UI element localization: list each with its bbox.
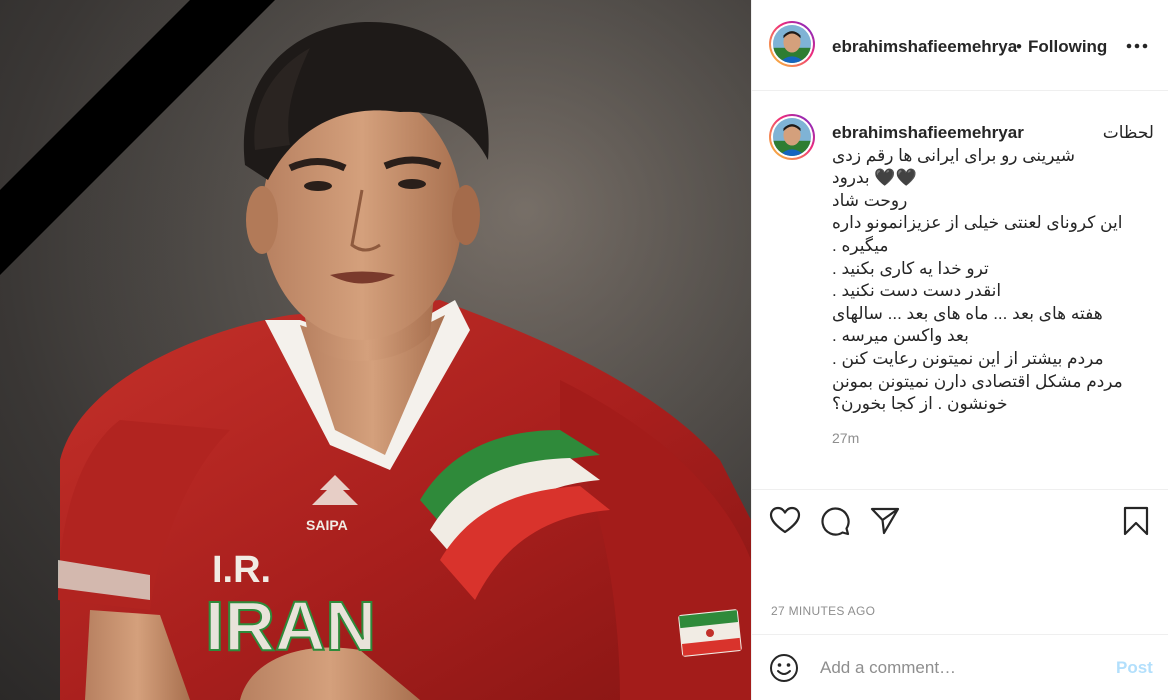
header-username[interactable]: ebrahimshafieemehrya bbox=[832, 37, 1017, 57]
comment-icon[interactable] bbox=[819, 505, 851, 537]
caption-line: ترو خدا یه کاری بکنید . bbox=[832, 258, 989, 278]
heart-icon[interactable] bbox=[769, 505, 801, 537]
share-icon[interactable] bbox=[869, 505, 901, 537]
action-bar bbox=[752, 491, 1168, 561]
caption-line: بعد واکسن میرسه . bbox=[832, 326, 969, 346]
emoji-icon[interactable] bbox=[769, 653, 799, 683]
comment-bar: Post bbox=[752, 634, 1168, 700]
caption-line: مردم مشکل اقتصادی دارن نمیتونن بمونن bbox=[832, 371, 1123, 391]
caption-line: این کرونای لعنتی خیلی از عزیزانمونو داره bbox=[832, 213, 1123, 233]
shirt-text-ir: I.R. bbox=[212, 549, 271, 591]
sponsor-text: SAIPA bbox=[306, 517, 348, 533]
post-header: ebrahimshafieemehrya • Following bbox=[752, 0, 1168, 91]
shirt-text-iran: IRAN bbox=[205, 587, 376, 665]
caption-line: مردم بیشتر از این نمیتونن رعایت کنن . bbox=[832, 348, 1104, 368]
following-button[interactable]: Following bbox=[1028, 37, 1107, 57]
caption-line: میگیره . bbox=[832, 235, 889, 255]
caption-section: ebrahimshafieemehryar لحظات شیرینی رو بر… bbox=[752, 92, 1168, 490]
more-options-icon[interactable] bbox=[1124, 34, 1150, 58]
avatar-image bbox=[773, 25, 811, 63]
comment-input[interactable] bbox=[820, 655, 1110, 681]
caption-line: خونشون . از کجا بخورن؟ bbox=[832, 394, 1008, 414]
header-separator: • bbox=[1016, 37, 1022, 56]
caption-line: روحت شاد bbox=[832, 190, 908, 210]
instagram-post: SAIPA I.R. IRAN ebrahimshafieemehrya • F… bbox=[0, 0, 1168, 700]
player-photo: SAIPA I.R. IRAN bbox=[0, 0, 751, 700]
post-button[interactable]: Post bbox=[1116, 658, 1153, 678]
bookmark-icon[interactable] bbox=[1120, 505, 1152, 537]
post-sidebar: ebrahimshafieemehrya • Following ebrahim… bbox=[751, 0, 1168, 700]
flag-patch bbox=[678, 609, 742, 657]
caption-line: لحظات bbox=[1102, 123, 1154, 142]
post-timestamp[interactable]: 27 MINUTES AGO bbox=[771, 604, 875, 618]
caption-line: انقدر دست دست نکنید . bbox=[832, 281, 1002, 301]
relative-time[interactable]: 27m bbox=[832, 430, 859, 446]
avatar[interactable] bbox=[769, 21, 815, 67]
caption-text: ebrahimshafieemehryar لحظات شیرینی رو بر… bbox=[832, 122, 1154, 416]
caption-line: شیرینی رو برای ایرانی ها رقم زدی bbox=[832, 145, 1076, 165]
caption-line: هفته های بعد ... ماه های بعد ... سالهای bbox=[832, 303, 1103, 323]
avatar-image bbox=[773, 118, 811, 156]
caption-lines: شیرینی رو برای ایرانی ها رقم زدی 🖤🖤 بدرود… bbox=[832, 145, 1154, 416]
caption-username[interactable]: ebrahimshafieemehryar bbox=[832, 122, 1024, 145]
post-image[interactable]: SAIPA I.R. IRAN bbox=[0, 0, 751, 700]
caption-avatar[interactable] bbox=[769, 114, 815, 160]
caption-line: 🖤🖤 بدرود bbox=[832, 168, 917, 188]
